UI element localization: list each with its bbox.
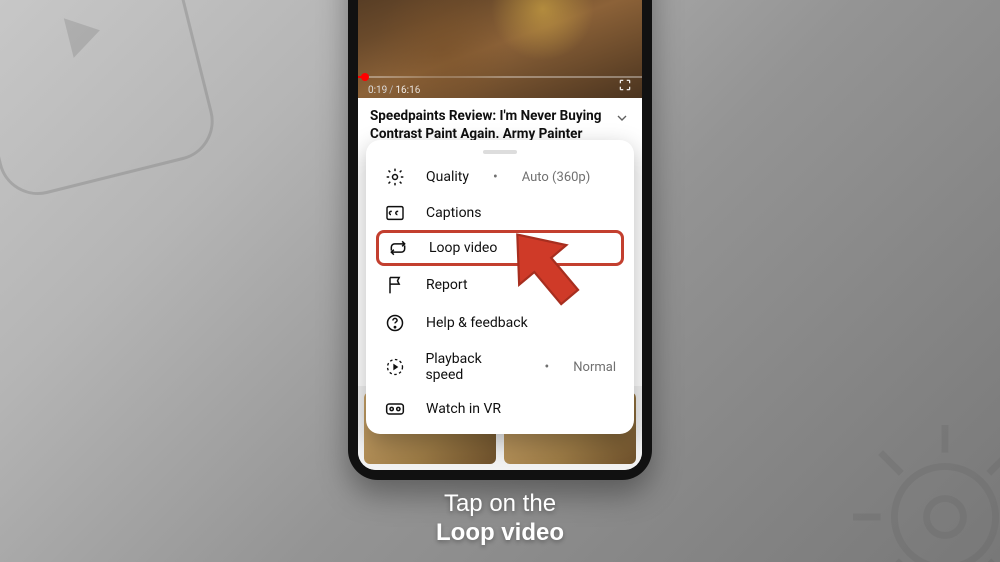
chevron-down-icon [614, 108, 630, 130]
instruction-caption: Tap on the Loop video [0, 490, 1000, 548]
loop-icon [387, 239, 409, 257]
menu-label: Watch in VR [426, 401, 501, 417]
progress-bar[interactable] [358, 76, 642, 78]
captions-icon [384, 205, 406, 221]
video-player[interactable]: 0:19 / 16:16 [358, 0, 642, 98]
flag-icon [384, 275, 406, 295]
gear-icon [384, 167, 406, 187]
menu-value: Normal [573, 360, 616, 375]
fullscreen-icon[interactable] [618, 77, 632, 96]
menu-value: Auto (360p) [522, 170, 591, 185]
menu-label: Report [426, 277, 468, 293]
menu-label: Playback speed [425, 351, 520, 383]
decorative-play-tile [0, 0, 222, 203]
menu-item-playback-speed[interactable]: Playback speed • Normal [366, 342, 634, 392]
sheet-handle[interactable] [483, 150, 517, 154]
tutorial-slide: 0:19 / 16:16 Speedpaints Review: I'm Nev… [0, 0, 1000, 562]
menu-item-quality[interactable]: Quality • Auto (360p) [366, 158, 634, 196]
menu-item-watch-vr[interactable]: Watch in VR [366, 392, 634, 426]
play-icon [38, 0, 123, 78]
speed-icon [384, 357, 405, 377]
pointer-arrow-icon [492, 215, 602, 325]
menu-label: Captions [426, 205, 482, 221]
vr-icon [384, 402, 406, 416]
menu-label: Quality [426, 169, 469, 185]
menu-label: Loop video [429, 240, 497, 256]
help-icon [384, 313, 406, 333]
playback-time: 0:19 / 16:16 [368, 85, 420, 96]
